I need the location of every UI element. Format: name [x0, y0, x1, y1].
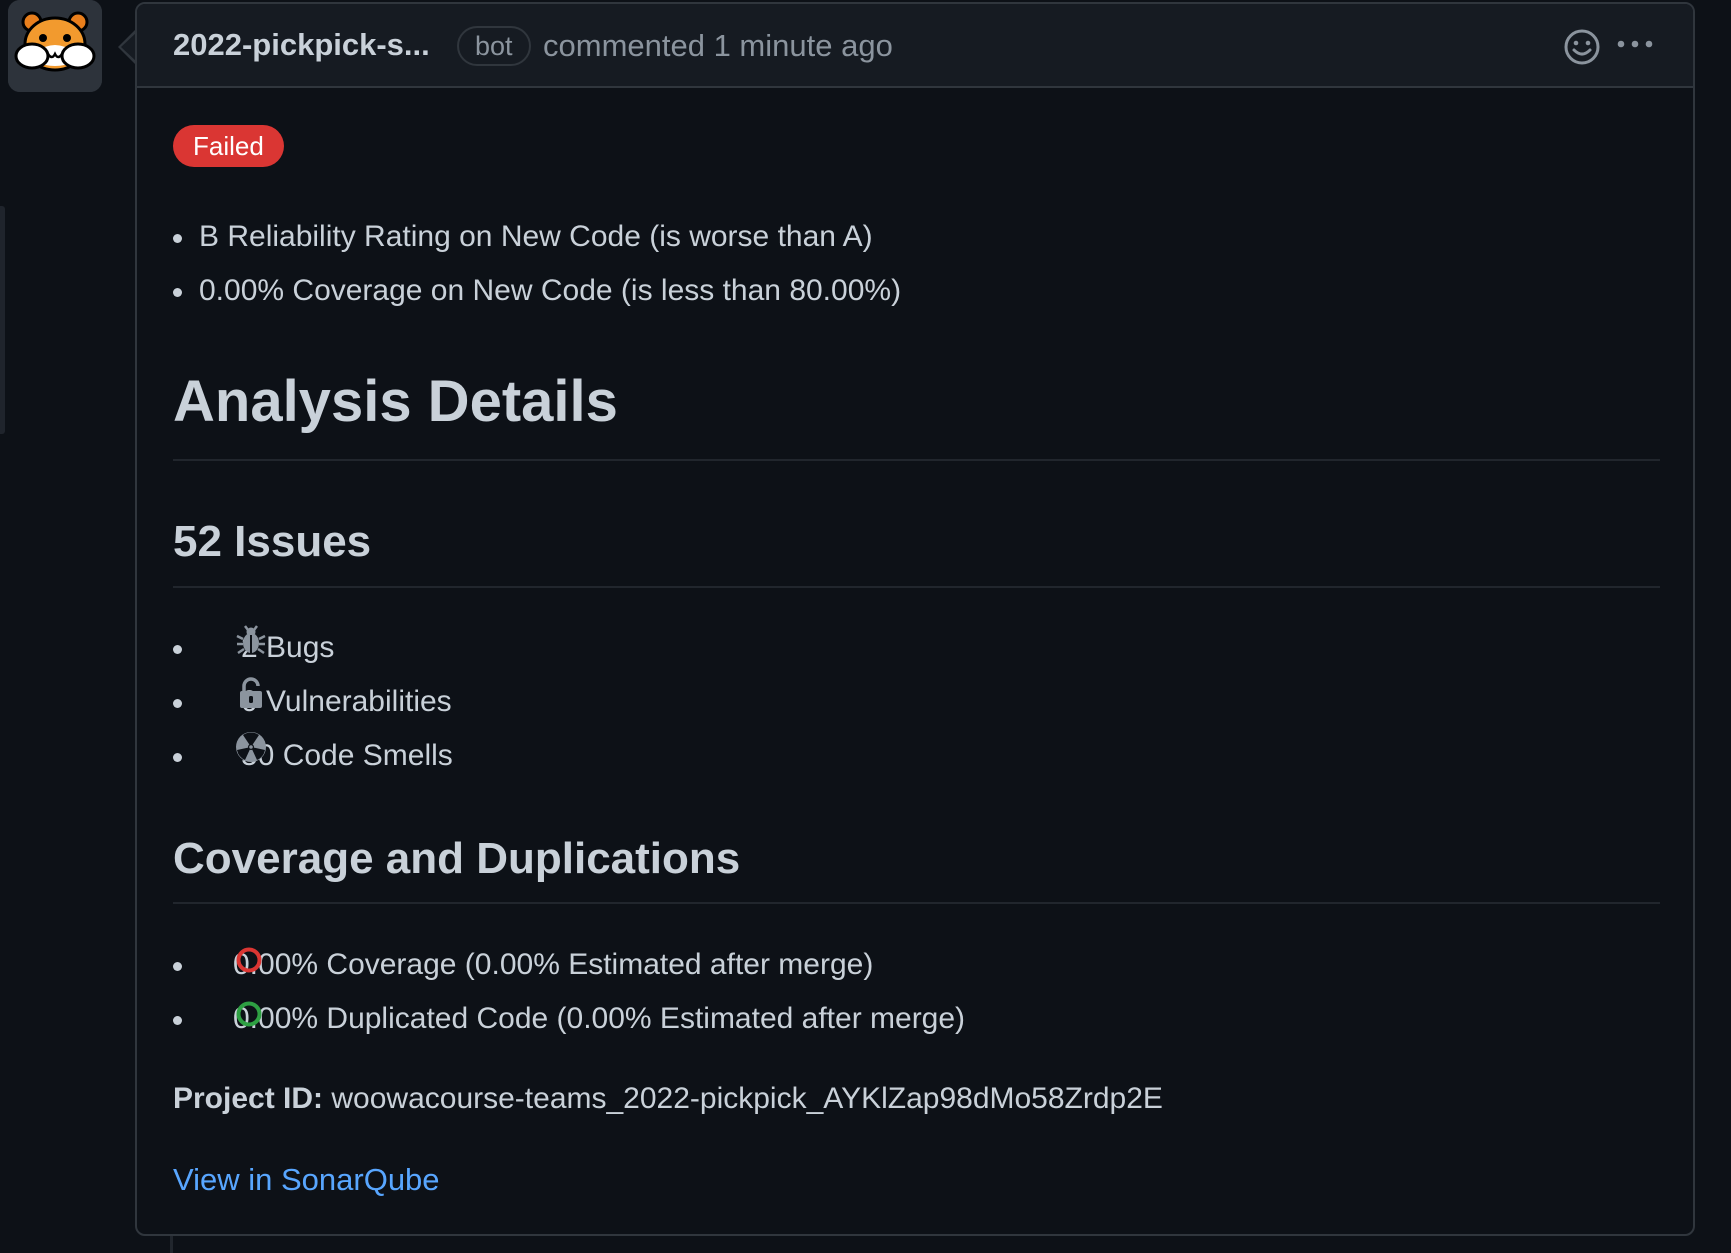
view-in-sonarqube-link[interactable]: View in SonarQube [173, 1162, 440, 1198]
issue-vulnerabilities[interactable]: 0 Vulnerabilities [137, 675, 453, 729]
heading-divider [173, 586, 1660, 588]
bot-avatar[interactable] [8, 0, 102, 92]
issues-heading: 52 Issues [173, 517, 372, 566]
issue-code-smells[interactable]: 50 Code Smells [137, 729, 453, 783]
quality-gate-status-badge: Failed [173, 125, 284, 167]
comment-header: 2022-pickpick-s... bot commented 1 minut… [137, 4, 1693, 88]
condition-item: B Reliability Rating on New Code (is wor… [137, 210, 901, 264]
issue-bugs[interactable]: 2 Bugs [137, 621, 453, 675]
comment-timestamp[interactable]: commented 1 minute ago [543, 28, 893, 64]
comment-options-button[interactable] [1613, 26, 1657, 68]
add-reaction-button[interactable] [1561, 26, 1603, 68]
coverage-heading: Coverage and Duplications [173, 834, 741, 883]
heading-divider [173, 459, 1660, 461]
red-circle-icon [236, 947, 262, 973]
project-id-label: Project ID: [173, 1082, 324, 1115]
heading-divider [173, 902, 1660, 904]
condition-item: 0.00% Coverage on New Code (is less than… [137, 264, 901, 318]
project-id-value: woowacourse-teams_2022-pickpick_AYKlZap9… [331, 1082, 1163, 1115]
hamster-logo-icon [8, 0, 102, 92]
sidebar-edge [0, 206, 5, 434]
project-id-line: Project ID: woowacourse-teams_2022-pickp… [173, 1082, 1163, 1116]
comment-box: 2022-pickpick-s... bot commented 1 minut… [135, 2, 1695, 1236]
timeline-line [170, 1236, 173, 1253]
bug-icon [236, 625, 266, 655]
page: 2022-pickpick-s... bot commented 1 minut… [0, 0, 1731, 1253]
kebab-horizontal-icon [1617, 40, 1653, 48]
bot-badge: bot [457, 26, 531, 66]
smiley-icon [1564, 29, 1600, 65]
issues-list: 2 Bugs 0 Vulnerabilities 50 Code Smells [137, 621, 453, 783]
quality-gate-conditions: B Reliability Rating on New Code (is wor… [137, 210, 901, 318]
analysis-details-heading: Analysis Details [173, 369, 618, 434]
radiation-icon [236, 732, 266, 762]
green-circle-icon [236, 1001, 262, 1027]
unlocked-icon [240, 677, 262, 708]
comment-author[interactable]: 2022-pickpick-s... [173, 27, 430, 63]
